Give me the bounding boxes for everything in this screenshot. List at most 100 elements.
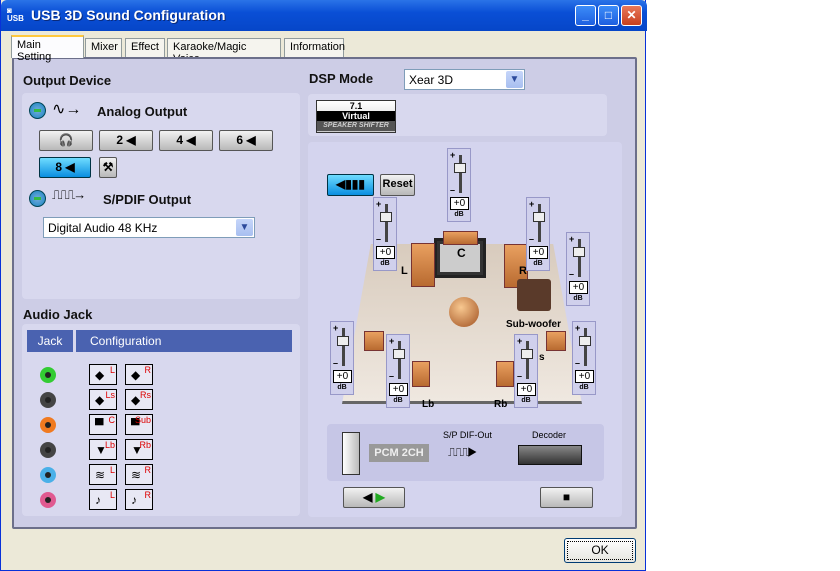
speaker-shifter-button[interactable]: 7.1 Virtual SPEAKER SHIFTER — [316, 100, 396, 133]
analog-led-icon[interactable] — [29, 102, 46, 119]
channel-slider-lb[interactable]: + – +0 dB — [386, 334, 410, 408]
audio-jack-icon — [40, 392, 56, 408]
subwoofer-icon — [517, 279, 551, 311]
headphones-button[interactable]: 🎧 — [39, 130, 93, 151]
channel-slider-l[interactable]: + – +0 dB — [373, 197, 397, 271]
channel-slider-c[interactable]: + – +0 dB — [447, 148, 471, 222]
spdif-out-label: S/P DIF-Out — [443, 430, 492, 440]
jack-config-left[interactable]: ◆ Ls — [89, 389, 117, 410]
jack-config-left[interactable]: ▼ Lb — [89, 439, 117, 460]
jack-config-left[interactable]: ♪ L — [89, 489, 117, 510]
audio-jack-heading: Audio Jack — [23, 307, 93, 322]
tab-information[interactable]: Information — [284, 38, 345, 57]
chevron-down-icon: ▼ — [506, 71, 523, 88]
analog-wave-icon: ∿→ — [52, 101, 82, 118]
pcm-format-label: PCM 2CH — [369, 444, 429, 462]
jack-column-header: Jack — [27, 330, 73, 352]
slider-thumb[interactable] — [393, 349, 405, 359]
pc-tower-icon — [342, 432, 360, 475]
decoder-label: Decoder — [532, 430, 567, 440]
digital-signal-icon: ⎍⎍⎍▶ — [448, 445, 477, 459]
jack-config-right[interactable]: ▼ Rb — [125, 439, 153, 460]
left-back-speaker-icon — [412, 361, 430, 387]
speaker-play-icon: ◀ ▶ — [363, 490, 385, 504]
maximize-button[interactable]: □ — [598, 5, 619, 26]
speaker-2-button[interactable]: 2 ◀ — [99, 130, 153, 151]
main-window: ◙ USB USB 3D Sound Configuration _ □ ✕ Ma… — [0, 0, 647, 571]
spdif-rate-select[interactable]: Digital Audio 48 KHz ▼ — [43, 217, 255, 238]
audio-jack-icon — [40, 467, 56, 483]
headphones-icon: 🎧 — [58, 133, 74, 147]
slider-thumb[interactable] — [521, 349, 533, 359]
decoder-icon — [518, 445, 582, 465]
slider-thumb[interactable] — [454, 163, 466, 173]
minimize-button[interactable]: _ — [575, 5, 596, 26]
slider-thumb[interactable] — [380, 212, 392, 222]
audio-jack-icon — [40, 417, 56, 433]
slider-thumb[interactable] — [579, 336, 591, 346]
channel-slider-sub[interactable]: + – +0 dB — [566, 232, 590, 306]
channel-slider-ls[interactable]: + – +0 dB — [330, 321, 354, 395]
jack-config-right[interactable]: ◆ R — [125, 364, 153, 385]
hammer-settings-button[interactable]: ⚒ — [99, 157, 117, 178]
slider-thumb[interactable] — [573, 247, 585, 257]
volume-button[interactable]: ◀▮▮▮ — [327, 174, 374, 196]
volume-bars-icon: ◀▮▮▮ — [335, 177, 366, 191]
audio-jack-section — [22, 324, 300, 516]
output-device-heading: Output Device — [23, 73, 112, 88]
stop-button[interactable]: ■ — [540, 487, 593, 508]
left-speaker-icon — [411, 243, 435, 287]
close-button[interactable]: ✕ — [621, 5, 642, 26]
spdif-output-label: S/PDIF Output — [103, 192, 192, 207]
spdif-led-icon[interactable] — [29, 190, 46, 207]
center-label: C — [457, 246, 466, 260]
right-back-speaker-icon — [496, 361, 514, 387]
speaker-6-button[interactable]: 6 ◀ — [219, 130, 273, 151]
configuration-column-header: Configuration — [76, 330, 292, 352]
audio-jack-icon — [40, 367, 56, 383]
title-bar[interactable]: ◙ USB USB 3D Sound Configuration _ □ ✕ — [1, 0, 647, 31]
left-label: L — [401, 265, 408, 277]
jack-config-right[interactable]: ▀ Sub — [125, 414, 153, 435]
right-back-label: Rb — [494, 399, 508, 410]
reset-button[interactable]: Reset — [380, 174, 415, 196]
left-surround-speaker-icon — [364, 331, 384, 351]
window-title: USB 3D Sound Configuration — [31, 7, 226, 23]
test-play-button[interactable]: ◀ ▶ — [343, 487, 405, 508]
channel-slider-rb[interactable]: + – +0 dB — [514, 334, 538, 408]
jack-config-left[interactable]: ≋ L — [89, 464, 117, 485]
slider-thumb[interactable] — [533, 212, 545, 222]
surround-label: s — [539, 352, 545, 363]
slider-thumb[interactable] — [337, 336, 349, 346]
center-speaker-icon — [443, 231, 478, 245]
left-back-label: Lb — [422, 399, 435, 410]
jack-config-right[interactable]: ♪ R — [125, 489, 153, 510]
jack-config-left[interactable]: ▀ C — [89, 414, 117, 435]
audio-jack-icon — [40, 492, 56, 508]
jack-config-left[interactable]: ◆ L — [89, 364, 117, 385]
tab-karaoke[interactable]: Karaoke/Magic Voice — [167, 38, 281, 65]
tab-mixer[interactable]: Mixer — [85, 38, 122, 57]
channel-slider-rs[interactable]: + – +0 dB — [572, 321, 596, 395]
right-surround-speaker-icon — [546, 331, 566, 351]
jack-config-right[interactable]: ≋ R — [125, 464, 153, 485]
dsp-mode-select[interactable]: Xear 3D ▼ — [404, 69, 525, 90]
usb-icon: ◙ USB — [7, 6, 24, 23]
tab-main-setting[interactable]: Main Setting — [11, 35, 84, 63]
stop-icon: ■ — [562, 490, 571, 504]
listener-icon — [449, 297, 479, 327]
speaker-4-button[interactable]: 4 ◀ — [159, 130, 213, 151]
jack-config-right[interactable]: ◆ Rs — [125, 389, 153, 410]
channel-slider-r[interactable]: + – +0 dB — [526, 197, 550, 271]
audio-jack-icon — [40, 442, 56, 458]
subwoofer-label: Sub-woofer — [506, 319, 561, 330]
main-setting-panel: Output Device ∿→ Analog Output 🎧 2 ◀ 4 ◀… — [12, 57, 637, 529]
hammer-icon: ⚒ — [102, 160, 114, 174]
tab-effect[interactable]: Effect — [125, 38, 165, 57]
digital-wave-icon: ⎍⎍⎍→ — [52, 187, 86, 202]
chevron-down-icon: ▼ — [236, 219, 253, 236]
dsp-mode-heading: DSP Mode — [309, 71, 374, 86]
ok-button[interactable]: OK — [564, 538, 636, 563]
speaker-8-button[interactable]: 8 ◀ — [39, 157, 91, 178]
analog-output-label: Analog Output — [97, 104, 188, 119]
